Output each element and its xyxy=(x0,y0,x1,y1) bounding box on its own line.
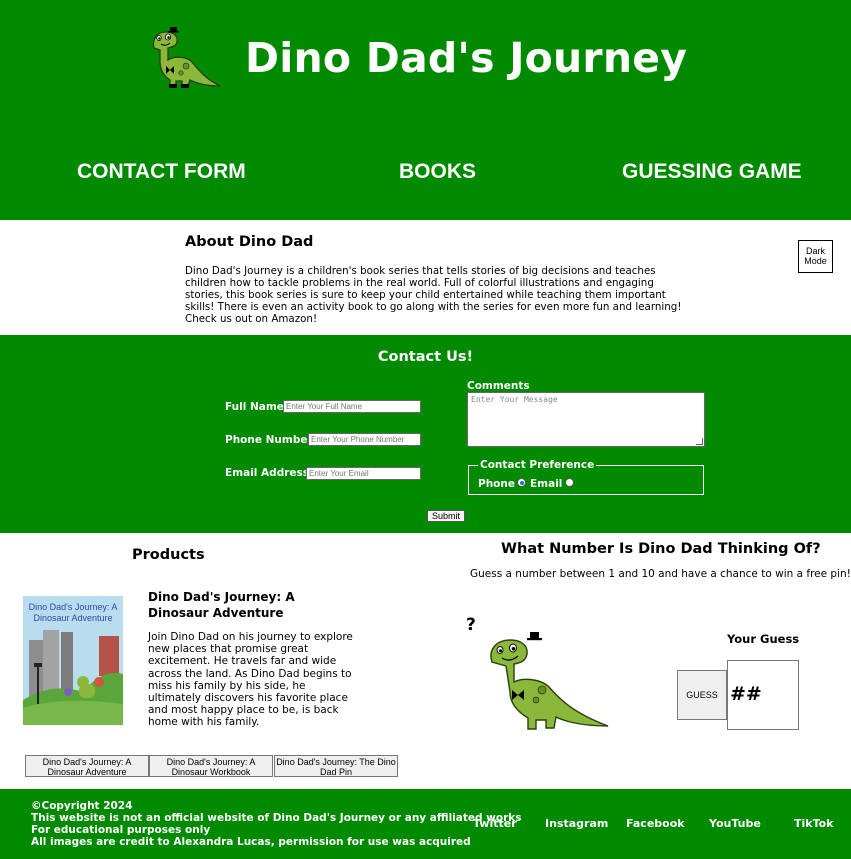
phone-option-label: Phone xyxy=(478,478,515,490)
contact-preference-fieldset: Contact Preference Phone Email xyxy=(468,459,704,495)
comments-placeholder: Enter Your Message xyxy=(471,395,558,404)
credit-text: All images are credit to Alexandra Lucas… xyxy=(31,836,471,848)
edu-note-text: For educational purposes only xyxy=(31,824,211,836)
dino-thinking-icon xyxy=(490,632,609,730)
tiktok-link[interactable]: TikTok xyxy=(794,817,834,830)
twitter-link[interactable]: Twitter xyxy=(473,817,517,830)
email-radio[interactable] xyxy=(565,478,574,487)
comments-textarea[interactable]: Enter Your Message xyxy=(467,392,705,447)
nav-contact-form[interactable]: CONTACT FORM xyxy=(77,160,246,184)
site-footer: ©Copyright 2024 This website is not an o… xyxy=(0,789,851,859)
comments-label: Comments xyxy=(467,380,530,392)
submit-button[interactable]: Submit xyxy=(427,510,465,522)
phone-input[interactable]: Enter Your Phone Number xyxy=(308,433,421,446)
resize-handle[interactable] xyxy=(696,438,703,445)
contact-preference-legend: Contact Preference xyxy=(478,459,597,471)
dino-logo-icon xyxy=(152,27,221,88)
book-description: Join Dino Dad on his journey to explore … xyxy=(148,631,353,729)
facebook-link[interactable]: Facebook xyxy=(626,817,685,830)
contact-section: Contact Us! Full Name: Enter Your Full N… xyxy=(0,335,851,533)
product-button-pin[interactable]: Dino Dad's Journey: The Dino Dad Pin xyxy=(274,755,398,777)
site-header: Dino Dad's Journey CONTACT FORM BOOKS GU… xyxy=(0,0,851,220)
book-title: Dino Dad's Journey: A Dinosaur Adventure xyxy=(148,590,295,620)
email-label: Email Address: xyxy=(225,467,314,479)
product-button-workbook[interactable]: Dino Dad's Journey: A Dinosaur Workbook xyxy=(149,755,273,777)
about-title: About Dino Dad xyxy=(185,234,314,250)
guess-input[interactable]: ## xyxy=(727,660,799,730)
copyright-text: ©Copyright 2024 xyxy=(31,800,133,812)
email-input[interactable]: Enter Your Email xyxy=(306,467,421,480)
question-mark: ? xyxy=(466,615,476,635)
youtube-link[interactable]: YouTube xyxy=(709,817,761,830)
full-name-input[interactable]: Enter Your Full Name xyxy=(283,400,421,413)
product-button-adventure[interactable]: Dino Dad's Journey: A Dinosaur Adventure xyxy=(25,755,149,777)
guess-button[interactable]: GUESS xyxy=(677,670,727,720)
email-option-label: Email xyxy=(530,478,563,490)
contact-title: Contact Us! xyxy=(377,349,474,365)
game-subtitle: Guess a number between 1 and 10 and have… xyxy=(470,568,851,580)
dark-mode-button[interactable]: Dark Mode xyxy=(798,240,833,273)
book-cover-image: Dino Dad's Journey: A Dinosaur Adventure xyxy=(23,596,123,725)
about-text: Dino Dad's Journey is a children's book … xyxy=(185,265,682,325)
phone-label: Phone Number: xyxy=(225,434,317,446)
guess-label: Your Guess xyxy=(727,632,800,646)
disclaimer-text: This website is not an official website … xyxy=(31,812,522,824)
game-title: What Number Is Dino Dad Thinking Of? xyxy=(501,541,821,557)
site-title: Dino Dad's Journey xyxy=(245,34,688,82)
footer-info: ©Copyright 2024 This website is not an o… xyxy=(31,800,522,848)
full-name-label: Full Name: xyxy=(225,401,289,413)
book-cover-title: Dino Dad's Journey: A Dinosaur Adventure xyxy=(28,602,118,623)
phone-radio[interactable] xyxy=(517,478,526,487)
nav-guessing-game[interactable]: GUESSING GAME xyxy=(622,160,802,184)
products-title: Products xyxy=(132,547,205,563)
nav-books[interactable]: BOOKS xyxy=(399,160,476,184)
instagram-link[interactable]: Instagram xyxy=(545,817,608,830)
